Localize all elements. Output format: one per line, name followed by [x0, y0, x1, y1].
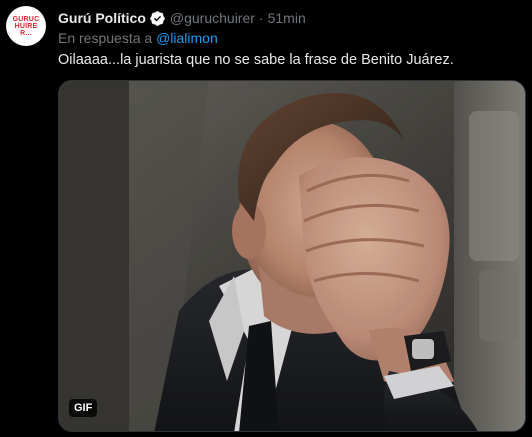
tweet-text: Oilaaaa...la juarista que no se sabe la …: [58, 52, 454, 68]
separator-dot: ·: [258, 10, 264, 26]
gif-badge: GIF: [69, 399, 98, 417]
verified-badge-icon: [149, 10, 166, 27]
reply-prefix: En respuesta a: [58, 30, 157, 46]
timestamp[interactable]: 51min: [268, 10, 306, 26]
display-name[interactable]: Gurú Político: [58, 10, 146, 26]
gif-media[interactable]: GIF: [58, 80, 526, 432]
gif-image: [59, 81, 525, 431]
avatar[interactable]: GURUCHUIRER...: [6, 6, 46, 46]
tweet-header: Gurú Político @guruchuirer · 51min: [58, 8, 306, 28]
reply-context: En respuesta a @lialimon: [58, 30, 218, 46]
tweet-card[interactable]: GURUCHUIRER... Gurú Político @guruchuire…: [0, 0, 532, 437]
reply-mention-link[interactable]: @lialimon: [156, 30, 218, 46]
avatar-logo-text: GURUCHUIRER...: [12, 15, 40, 37]
avatar-logo: GURUCHUIRER...: [10, 10, 42, 42]
user-handle[interactable]: @guruchuirer: [170, 10, 255, 26]
